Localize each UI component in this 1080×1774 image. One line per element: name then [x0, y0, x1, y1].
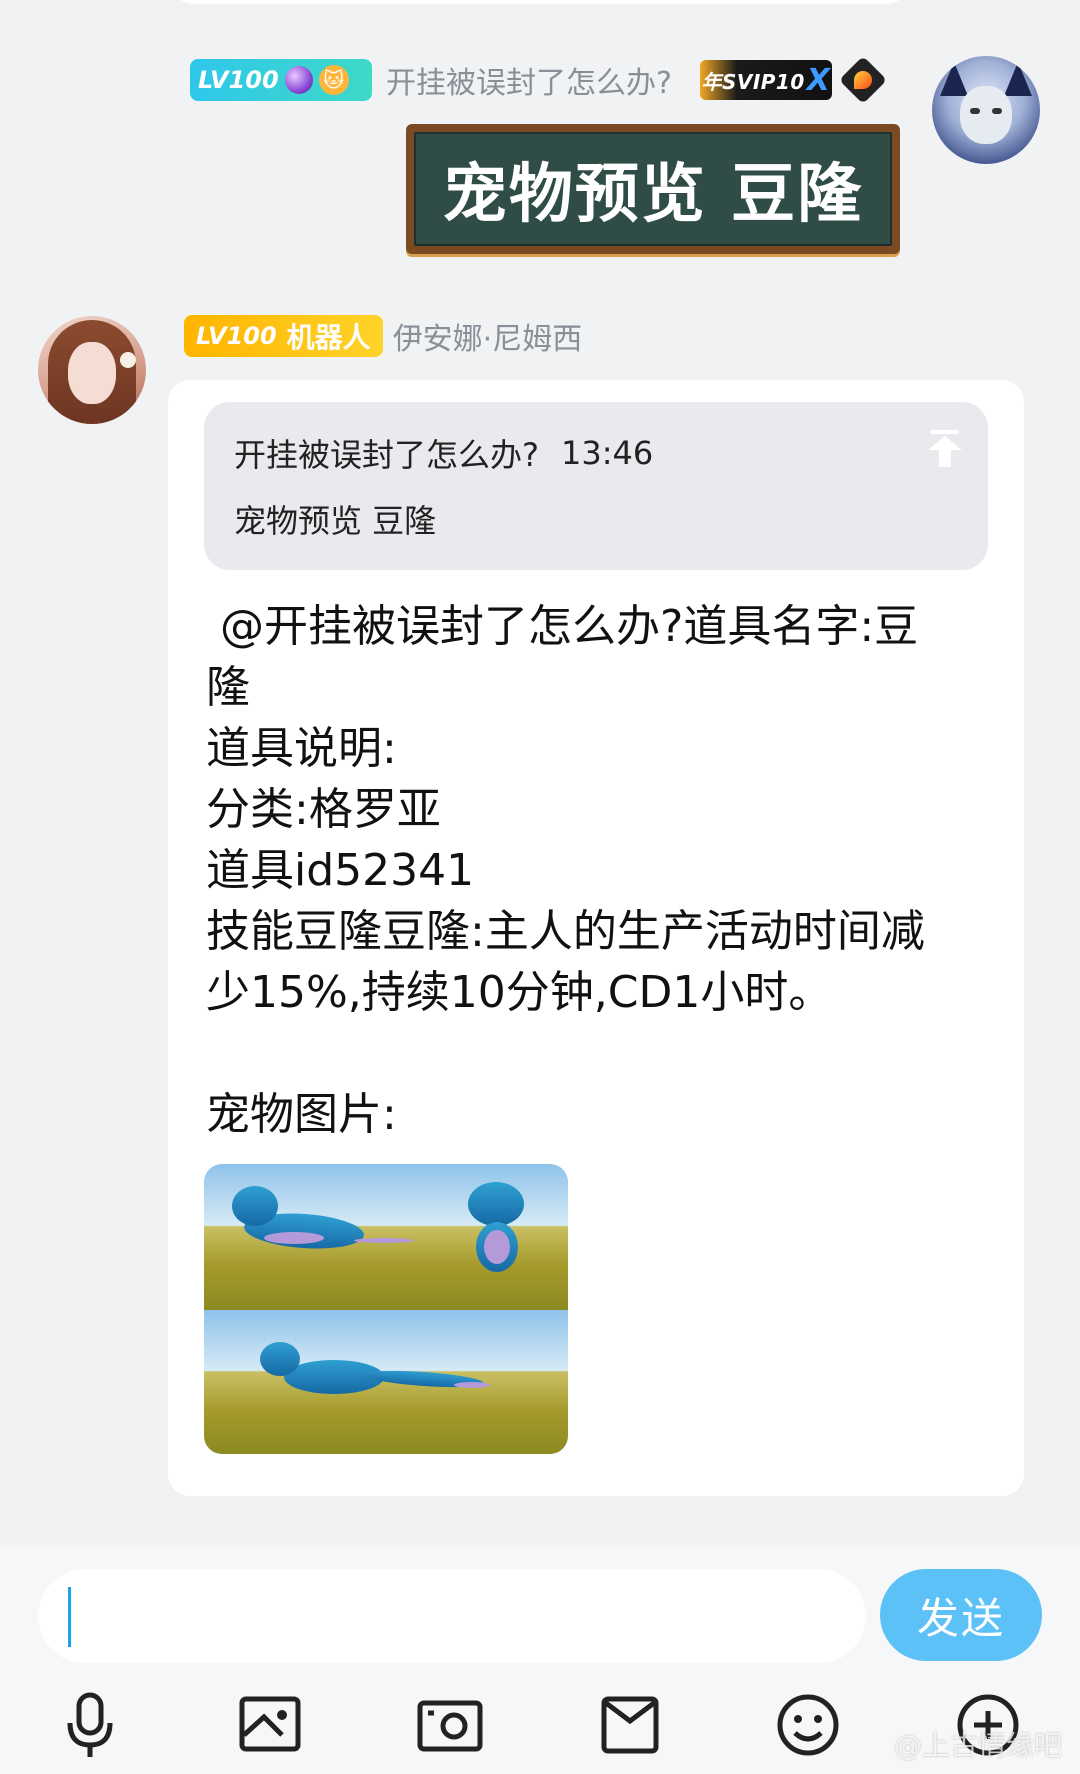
message-input[interactable]	[38, 1569, 866, 1663]
quote-text: 宠物预览 豆隆	[234, 502, 437, 540]
svip-badge: 年SVIP10 X	[699, 60, 832, 100]
message-line	[206, 1023, 996, 1084]
bot-role-text: 机器人	[286, 321, 371, 354]
quote-author: 开挂被误封了怎么办?	[234, 436, 539, 474]
quote-time: 13:46	[561, 434, 654, 472]
self-avatar[interactable]	[932, 56, 1040, 164]
sender-name[interactable]: 开挂被误封了怎么办?	[386, 58, 672, 102]
envelope-icon[interactable]	[590, 1685, 670, 1765]
jump-to-top-icon[interactable]	[928, 430, 962, 470]
message-line: 技能豆隆豆隆:主人的生产活动时间减	[206, 906, 925, 957]
board-text: 宠物预览 豆隆	[414, 132, 892, 246]
bot-message-header: LV100 机器人 伊安娜·尼姆西	[184, 314, 582, 358]
image-icon[interactable]	[230, 1685, 310, 1765]
message-line: 分类:格罗亚	[206, 784, 441, 835]
level-badge-text: LV100	[198, 66, 279, 94]
camera-icon[interactable]	[410, 1685, 490, 1765]
text-caret	[68, 1587, 71, 1647]
bot-level-badge: LV100 机器人	[184, 315, 383, 357]
message-line: 隆	[206, 662, 250, 713]
message-text: @开挂被误封了怎么办?道具名字:豆 隆 道具说明: 分类:格罗亚 道具id523…	[206, 596, 996, 1145]
microphone-icon[interactable]	[50, 1685, 130, 1765]
svip-badge-text: 年SVIP10	[701, 69, 805, 94]
bot-message-bubble[interactable]: 开挂被误封了怎么办? 13:46 宠物预览 豆隆 @开挂被误封了怎么办?道具名字…	[168, 380, 1024, 1496]
pet-image[interactable]	[204, 1164, 568, 1454]
pet-image-front-view	[432, 1164, 568, 1310]
pet-image-side-view	[204, 1164, 432, 1310]
message-line: 宠物图片:	[206, 1089, 397, 1140]
send-button[interactable]: 发送	[880, 1569, 1042, 1661]
svip-badge-suffix: X	[806, 62, 831, 98]
input-area: 发送 @上古情缘吧	[0, 1545, 1080, 1774]
level-badge: LV100 🐱	[190, 59, 372, 101]
cat-icon: 🐱	[318, 65, 349, 95]
message-line: @开挂被误封了怎么办?道具名字:豆	[206, 601, 919, 652]
quoted-message[interactable]: 开挂被误封了怎么办? 13:46 宠物预览 豆隆	[204, 402, 988, 570]
bot-sender-name[interactable]: 伊安娜·尼姆西	[393, 314, 583, 358]
bot-avatar[interactable]	[38, 316, 146, 424]
message-line: 道具说明:	[206, 723, 397, 774]
pet-image-walk-view	[204, 1310, 568, 1454]
flame-icon	[838, 55, 887, 105]
emoji-icon[interactable]	[768, 1685, 848, 1765]
message-line: 道具id52341	[206, 845, 475, 896]
previous-bubble-edge	[170, 0, 910, 4]
self-message-header: LV100 🐱 开挂被误封了怎么办? 年SVIP10 X	[190, 55, 887, 105]
bot-level-text: LV100	[196, 322, 277, 350]
watermark: @上古情缘吧	[893, 1729, 1062, 1762]
board-message[interactable]: 宠物预览 豆隆	[406, 124, 900, 254]
crystal-ball-icon	[284, 66, 313, 94]
message-line: 少15%,持续10分钟,CD1小时。	[206, 967, 833, 1018]
